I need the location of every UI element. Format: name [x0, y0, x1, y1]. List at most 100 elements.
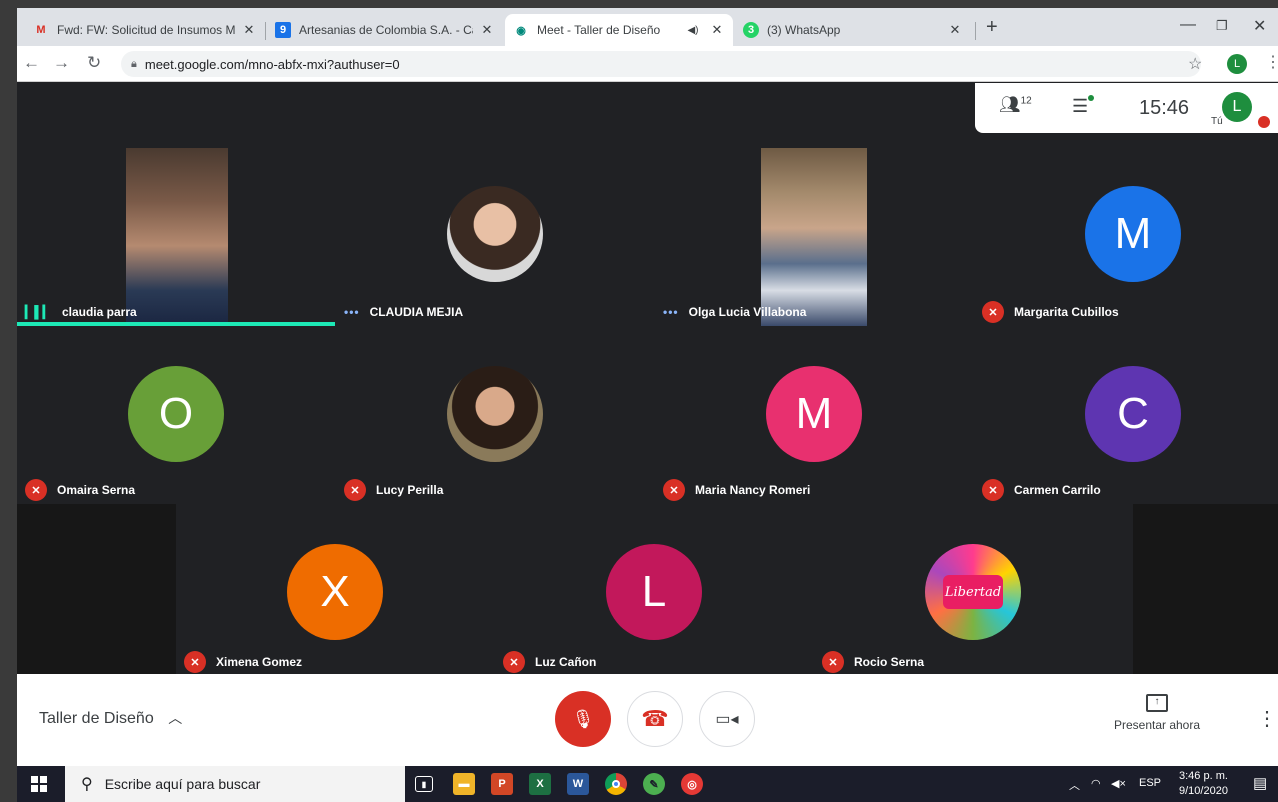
- bookmark-star-icon[interactable]: ☆: [1188, 54, 1202, 74]
- taskbar-clock[interactable]: 3:46 p. m. 9/10/2020: [1179, 769, 1228, 799]
- participant-label: ✕ Ximena Gomez: [184, 648, 302, 676]
- participant-label: ✕ Rocio Serna: [822, 648, 924, 676]
- participant-name: CLAUDIA MEJIA: [369, 305, 464, 319]
- participant-name: Margarita Cubillos: [1014, 305, 1119, 319]
- audio-playing-icon[interactable]: ◀): [683, 25, 703, 36]
- participant-tile[interactable]: ••• Olga Lucia Villabona: [655, 148, 973, 326]
- tab-calendar[interactable]: 9 Artesanias de Colombia S.A. - Ca ✕: [267, 14, 503, 46]
- volume-icon[interactable]: ◀×: [1111, 777, 1126, 790]
- close-tab-icon[interactable]: ✕: [479, 22, 495, 38]
- meeting-info-panel: 👥︎12 ☰ 15:46 Tú L: [975, 83, 1278, 133]
- app-pinned-icon[interactable]: ✎: [643, 773, 665, 795]
- self-avatar[interactable]: L: [1222, 92, 1252, 122]
- windows-start-icon[interactable]: [31, 776, 47, 792]
- gmail-icon: M: [36, 24, 46, 36]
- taskbar-search[interactable]: ⚲ Escribe aquí para buscar: [65, 766, 405, 802]
- participant-tile[interactable]: ••• CLAUDIA MEJIA: [336, 148, 654, 326]
- excel-icon[interactable]: X: [529, 773, 551, 795]
- notification-dot: [1258, 116, 1270, 128]
- tab-title: (3) WhatsApp: [767, 23, 841, 37]
- close-tab-icon[interactable]: ✕: [947, 22, 963, 38]
- tab-gmail[interactable]: M Fwd: FW: Solicitud de Insumos M ✕: [25, 14, 265, 46]
- participant-avatar: X: [287, 544, 383, 640]
- participant-tile[interactable]: ▎▌▎ claudia parra: [17, 148, 335, 326]
- reload-icon[interactable]: ↻: [87, 53, 101, 73]
- participant-tile[interactable]: C ✕ Carmen Carrilo: [974, 326, 1278, 504]
- participant-tile[interactable]: L ✕ Luz Cañon: [495, 504, 813, 682]
- clock-time: 3:46 p. m.: [1179, 770, 1228, 782]
- tray-overflow-icon[interactable]: ︿: [1069, 777, 1080, 793]
- participant-avatar: C: [1085, 366, 1181, 462]
- chrome-icon[interactable]: [605, 773, 627, 795]
- powerpoint-icon[interactable]: P: [491, 773, 513, 795]
- participant-label: ✕ Lucy Perilla: [344, 476, 443, 504]
- calendar-icon: 9: [275, 22, 291, 38]
- speaking-indicator-icon: ▎▌▎: [25, 305, 52, 319]
- camera-icon: ▭◂: [715, 711, 739, 728]
- present-now-button[interactable]: ↑ Presentar ahora: [1107, 694, 1207, 732]
- mic-off-icon: ✕: [982, 301, 1004, 323]
- participant-video: [126, 148, 228, 326]
- search-placeholder: Escribe aquí para buscar: [104, 776, 261, 792]
- close-tab-icon[interactable]: ✕: [709, 22, 725, 38]
- tab-whatsapp[interactable]: 3 (3) WhatsApp ✕: [735, 14, 971, 46]
- participant-label: ✕ Margarita Cubillos: [982, 298, 1119, 326]
- camera-toggle-button[interactable]: ▭◂: [699, 691, 755, 747]
- participant-label: ✕ Maria Nancy Romeri: [663, 476, 810, 504]
- chat-icon[interactable]: ☰: [1072, 96, 1088, 117]
- tab-meet[interactable]: ◉ Meet - Taller de Diseño ◀) ✕: [505, 14, 733, 46]
- participant-tile[interactable]: M ✕ Maria Nancy Romeri: [655, 326, 973, 504]
- task-view-icon[interactable]: ▮: [415, 776, 433, 792]
- back-icon[interactable]: ←: [23, 53, 40, 73]
- word-icon[interactable]: W: [567, 773, 589, 795]
- participant-name: Omaira Serna: [57, 483, 136, 497]
- new-tab-button[interactable]: +: [986, 16, 998, 39]
- participant-tile[interactable]: M ✕ Margarita Cubillos: [974, 148, 1278, 326]
- meeting-controls-bar: Taller de Diseño ︿ 🎙︎ ☎︎ ▭◂ ↑ Presentar …: [17, 674, 1278, 766]
- participant-avatar: M: [1085, 186, 1181, 282]
- restore-icon[interactable]: ❐: [1216, 18, 1228, 34]
- participant-tile[interactable]: X ✕ Ximena Gomez: [176, 504, 494, 682]
- participant-tile[interactable]: ✕ Lucy Perilla: [336, 326, 654, 504]
- profile-avatar[interactable]: L: [1227, 54, 1247, 74]
- people-icon[interactable]: 👥︎12: [999, 95, 1032, 115]
- participant-tile[interactable]: O ✕ Omaira Serna: [17, 326, 335, 504]
- participant-name: Olga Lucia Villabona: [688, 305, 807, 319]
- clock-date: 9/10/2020: [1179, 785, 1228, 797]
- language-indicator[interactable]: ESP: [1139, 777, 1161, 789]
- address-bar[interactable]: 🔒︎ meet.google.com/mno-abfx-mxi?authuser…: [121, 51, 1201, 77]
- mic-off-icon: ✕: [25, 479, 47, 501]
- participant-name: Luz Cañon: [535, 655, 597, 669]
- network-icon[interactable]: ◠: [1091, 777, 1101, 790]
- participant-avatar: L: [606, 544, 702, 640]
- self-label: Tú: [1211, 116, 1223, 127]
- url-text: meet.google.com/mno-abfx-mxi?authuser=0: [144, 56, 400, 72]
- participant-name: Carmen Carrilo: [1014, 483, 1101, 497]
- file-explorer-icon[interactable]: ▬: [453, 773, 475, 795]
- mic-off-icon: ✕: [822, 651, 844, 673]
- more-options-dots-icon[interactable]: •••: [344, 305, 360, 319]
- mic-toggle-button[interactable]: 🎙︎: [555, 691, 611, 747]
- more-options-dots-icon[interactable]: •••: [663, 305, 679, 319]
- meeting-name: Taller de Diseño: [39, 710, 154, 727]
- mic-off-icon: ✕: [503, 651, 525, 673]
- empty-area-right: [1133, 504, 1278, 682]
- participant-tile[interactable]: Libertad ✕ Rocio Serna: [814, 504, 1133, 682]
- leave-call-button[interactable]: ☎︎: [627, 691, 683, 747]
- forward-icon[interactable]: →: [53, 53, 70, 73]
- participant-name: Ximena Gomez: [216, 655, 303, 669]
- screen: M Fwd: FW: Solicitud de Insumos M ✕ 9 Ar…: [0, 0, 1278, 802]
- empty-area-left: [17, 504, 176, 682]
- notifications-icon[interactable]: ▤: [1253, 774, 1267, 792]
- close-tab-icon[interactable]: ✕: [241, 22, 257, 38]
- meeting-details-button[interactable]: Taller de Diseño ︿: [39, 708, 182, 728]
- browser-menu-icon[interactable]: ⋮: [1265, 52, 1278, 72]
- app-pinned-icon-2[interactable]: ◎: [681, 773, 703, 795]
- mic-off-icon: 🎙︎: [571, 708, 595, 729]
- search-icon: ⚲: [81, 776, 93, 793]
- more-options-icon[interactable]: ⋮: [1257, 706, 1277, 731]
- mic-off-icon: ✕: [184, 651, 206, 673]
- close-window-icon[interactable]: ✕: [1253, 16, 1266, 36]
- minimize-icon[interactable]: —: [1180, 16, 1196, 34]
- mic-off-icon: ✕: [663, 479, 685, 501]
